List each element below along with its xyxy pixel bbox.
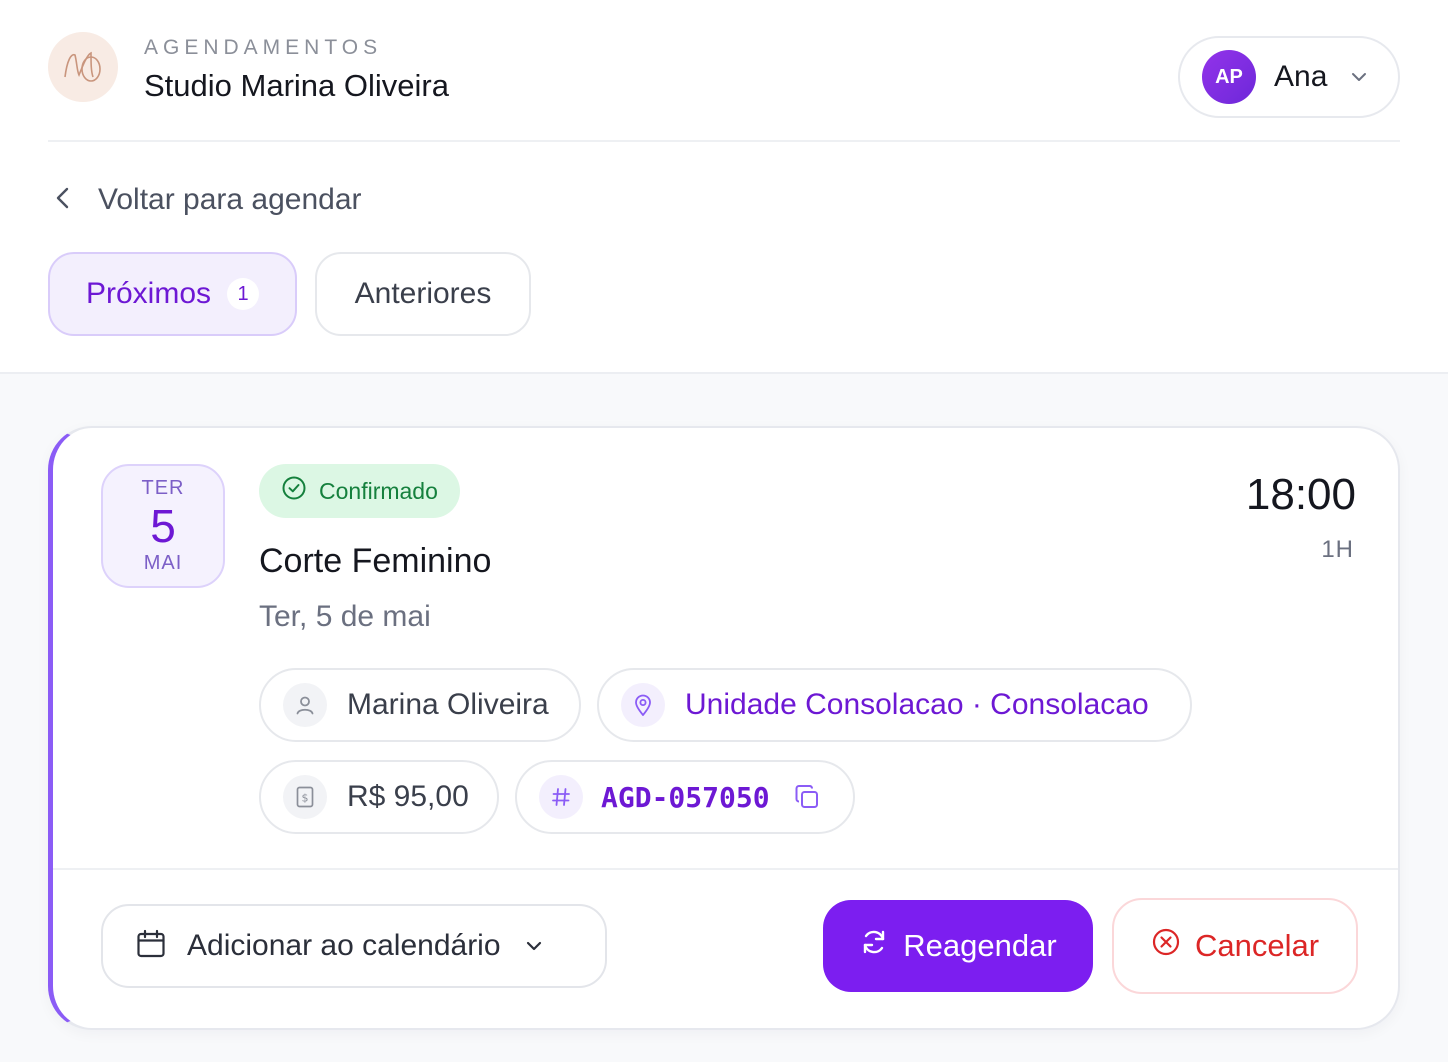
status-badge: Confirmado xyxy=(259,464,460,518)
date-month: MAI xyxy=(143,552,183,574)
location-name: Unidade Consolacao · Consolacao xyxy=(685,688,1149,721)
back-link-label: Voltar para agendar xyxy=(98,183,362,216)
service-name: Corte Feminino xyxy=(259,542,492,580)
tab-upcoming[interactable]: Próximos 1 xyxy=(48,252,297,336)
professional-chip: Marina Oliveira xyxy=(259,668,581,742)
receipt-icon: $ xyxy=(283,775,327,819)
chevron-down-icon xyxy=(1349,67,1369,87)
chevron-left-icon xyxy=(52,184,72,217)
add-to-calendar-button[interactable]: Adicionar ao calendário xyxy=(101,904,607,988)
booking-code-chip[interactable]: AGD-057050 xyxy=(515,760,855,834)
reschedule-label: Reagendar xyxy=(903,928,1057,963)
price-value: R$ 95,00 xyxy=(347,780,469,813)
date-badge: TER 5 MAI xyxy=(101,464,225,588)
appointment-card: TER 5 MAI Confirmado Corte Feminino Ter,… xyxy=(48,426,1400,1030)
tab-upcoming-label: Próximos xyxy=(85,277,212,310)
user-icon xyxy=(283,683,327,727)
appointment-duration: 1H xyxy=(1321,536,1354,563)
avatar: AP xyxy=(1202,50,1256,104)
map-pin-icon xyxy=(621,683,665,727)
cancel-label: Cancelar xyxy=(1194,928,1320,963)
hash-icon xyxy=(539,775,583,819)
card-divider xyxy=(53,868,1398,870)
studio-name: Studio Marina Oliveira xyxy=(144,68,449,103)
date-weekday: TER xyxy=(141,477,185,499)
date-day: 5 xyxy=(150,500,176,552)
copy-icon[interactable] xyxy=(792,782,822,812)
tab-count-badge: 1 xyxy=(227,278,260,310)
app-header: AGENDAMENTOS Studio Marina Oliveira AP A… xyxy=(48,28,1400,142)
status-label: Confirmado xyxy=(319,477,438,504)
appointment-time: 18:00 xyxy=(1245,470,1356,519)
booking-code: AGD-057050 xyxy=(601,780,770,814)
location-chip[interactable]: Unidade Consolacao · Consolacao xyxy=(597,668,1192,742)
appointment-date: Ter, 5 de mai xyxy=(259,600,431,633)
studio-logo xyxy=(48,32,118,102)
professional-name: Marina Oliveira xyxy=(347,688,549,721)
page-kicker: AGENDAMENTOS xyxy=(144,36,383,59)
reschedule-button[interactable]: Reagendar xyxy=(823,900,1093,992)
svg-text:$: $ xyxy=(302,792,309,805)
tab-past[interactable]: Anteriores xyxy=(315,252,531,336)
tab-past-label: Anteriores xyxy=(354,277,492,310)
user-menu-button[interactable]: AP Ana xyxy=(1178,36,1400,118)
back-link[interactable]: Voltar para agendar xyxy=(52,180,362,220)
cancel-button[interactable]: Cancelar xyxy=(1112,898,1358,994)
refresh-icon xyxy=(859,927,889,965)
price-chip: $ R$ 95,00 xyxy=(259,760,499,834)
calendar-icon xyxy=(135,928,167,965)
add-to-calendar-label: Adicionar ao calendário xyxy=(187,929,501,962)
user-name: Ana xyxy=(1274,60,1328,93)
check-circle-icon xyxy=(281,475,307,507)
x-circle-icon xyxy=(1151,927,1181,965)
chevron-down-icon xyxy=(523,935,545,957)
